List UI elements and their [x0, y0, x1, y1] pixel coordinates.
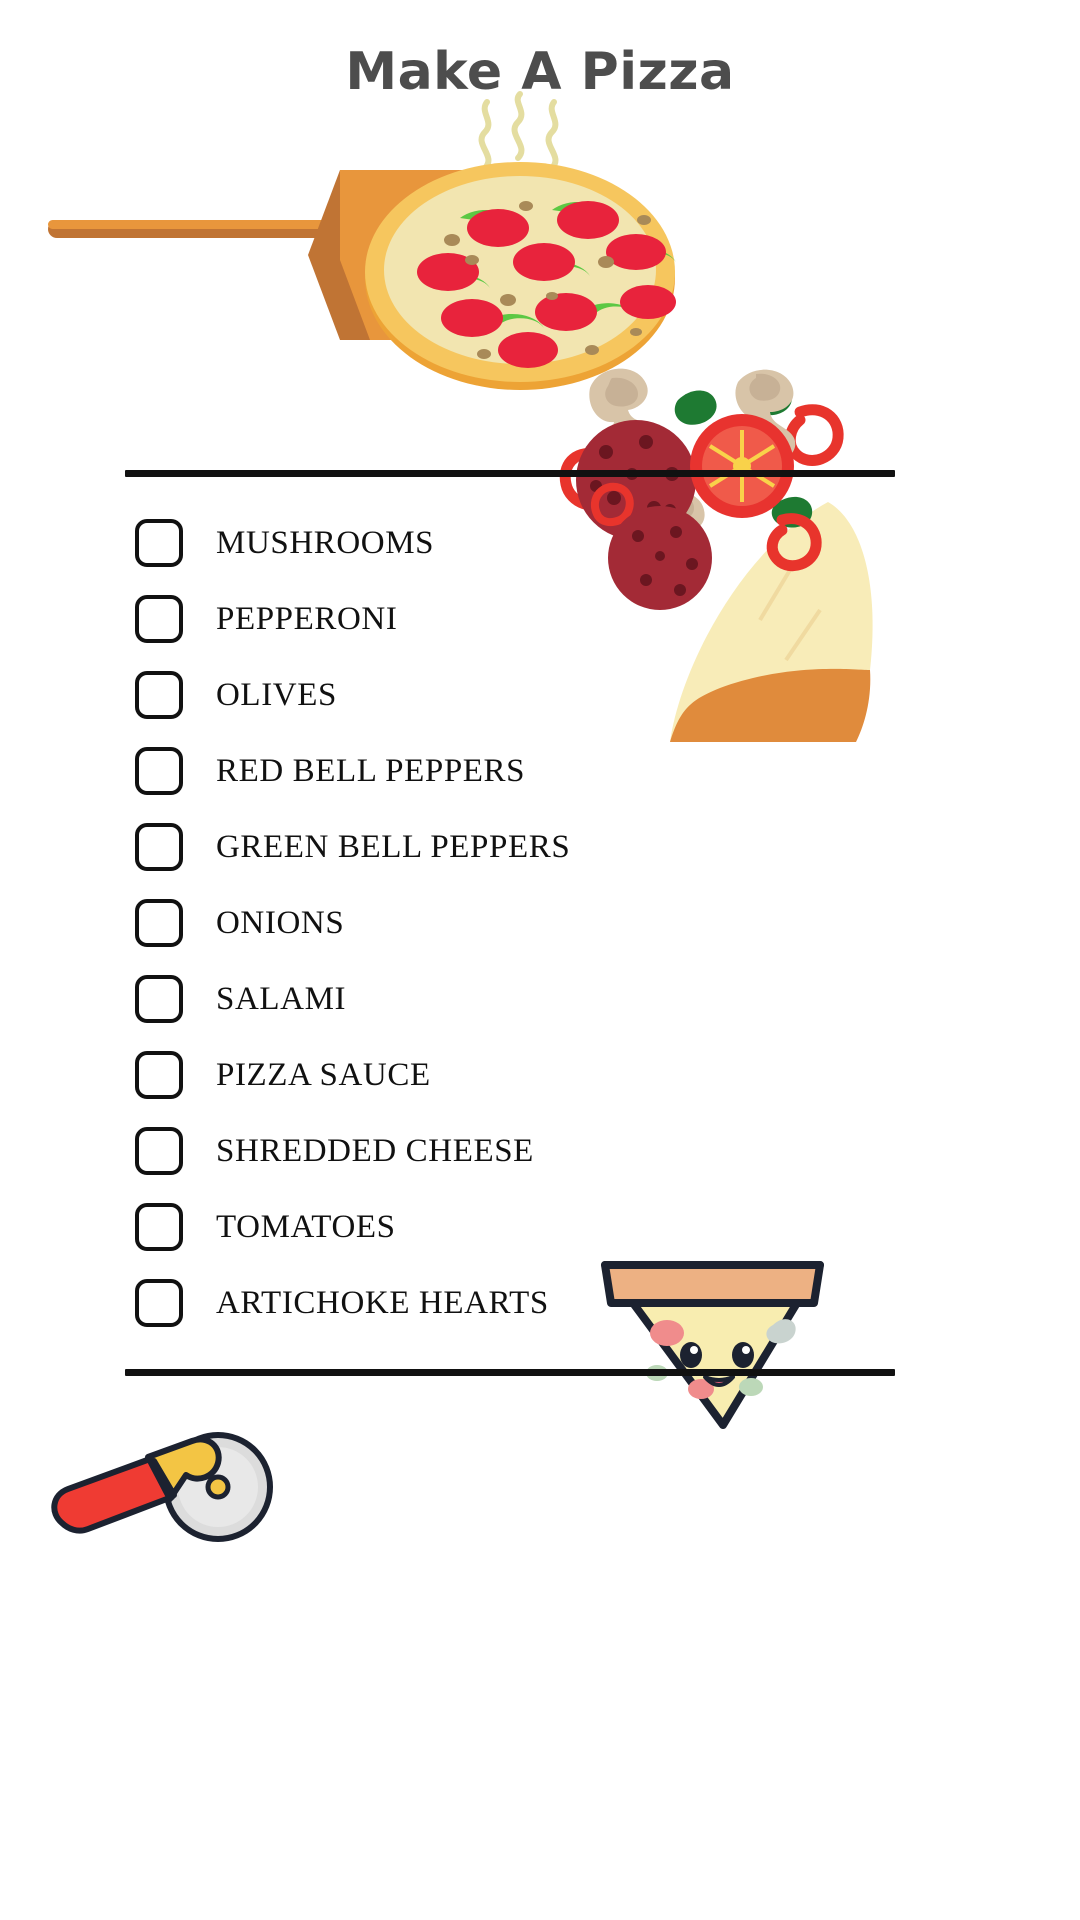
- list-item-label: SALAMI: [216, 980, 347, 1017]
- list-item-label: TOMATOES: [216, 1208, 396, 1245]
- list-item[interactable]: RED BELL PEPPERS: [135, 743, 855, 799]
- checkbox[interactable]: [135, 823, 183, 871]
- checkbox[interactable]: [135, 519, 183, 567]
- checkbox[interactable]: [135, 975, 183, 1023]
- checkbox[interactable]: [135, 747, 183, 795]
- list-item[interactable]: MUSHROOMS: [135, 515, 855, 571]
- list-item-label: PEPPERONI: [216, 600, 398, 637]
- list-item[interactable]: OLIVES: [135, 667, 855, 723]
- worksheet-page: Make A Pizza MUSHROOMS PEPPERONI OLIVES …: [0, 0, 1080, 1920]
- list-item-label: GREEN BELL PEPPERS: [216, 828, 571, 865]
- list-item-label: OLIVES: [216, 676, 337, 713]
- pizza-peel-illustration: [40, 91, 700, 410]
- list-item[interactable]: TOMATOES: [135, 1199, 855, 1255]
- list-item[interactable]: ONIONS: [135, 895, 855, 951]
- list-item[interactable]: PIZZA SAUCE: [135, 1047, 855, 1103]
- checkbox[interactable]: [135, 1203, 183, 1251]
- list-item-label: MUSHROOMS: [216, 524, 435, 561]
- checkbox[interactable]: [135, 595, 183, 643]
- list-item-label: PIZZA SAUCE: [216, 1056, 431, 1093]
- list-item[interactable]: SALAMI: [135, 971, 855, 1027]
- page-title: Make A Pizza: [345, 42, 735, 102]
- list-item[interactable]: PEPPERONI: [135, 591, 855, 647]
- list-item-label: RED BELL PEPPERS: [216, 752, 526, 789]
- list-item-label: ONIONS: [216, 904, 345, 941]
- toppings-checklist: MUSHROOMS PEPPERONI OLIVES RED BELL PEPP…: [135, 515, 855, 1331]
- list-item[interactable]: GREEN BELL PEPPERS: [135, 819, 855, 875]
- pizza-cutter-illustration: [40, 1425, 290, 1555]
- checkbox[interactable]: [135, 1051, 183, 1099]
- checkbox[interactable]: [135, 1127, 183, 1175]
- checkbox[interactable]: [135, 671, 183, 719]
- list-item-label: SHREDDED CHEESE: [216, 1132, 534, 1169]
- checkbox[interactable]: [135, 899, 183, 947]
- list-item-label: ARTICHOKE HEARTS: [216, 1284, 549, 1321]
- list-item[interactable]: SHREDDED CHEESE: [135, 1123, 855, 1179]
- kawaii-pizza-slice-illustration: [595, 1255, 830, 1430]
- divider-top: [125, 470, 895, 477]
- checkbox[interactable]: [135, 1279, 183, 1327]
- divider-bottom: [125, 1369, 895, 1376]
